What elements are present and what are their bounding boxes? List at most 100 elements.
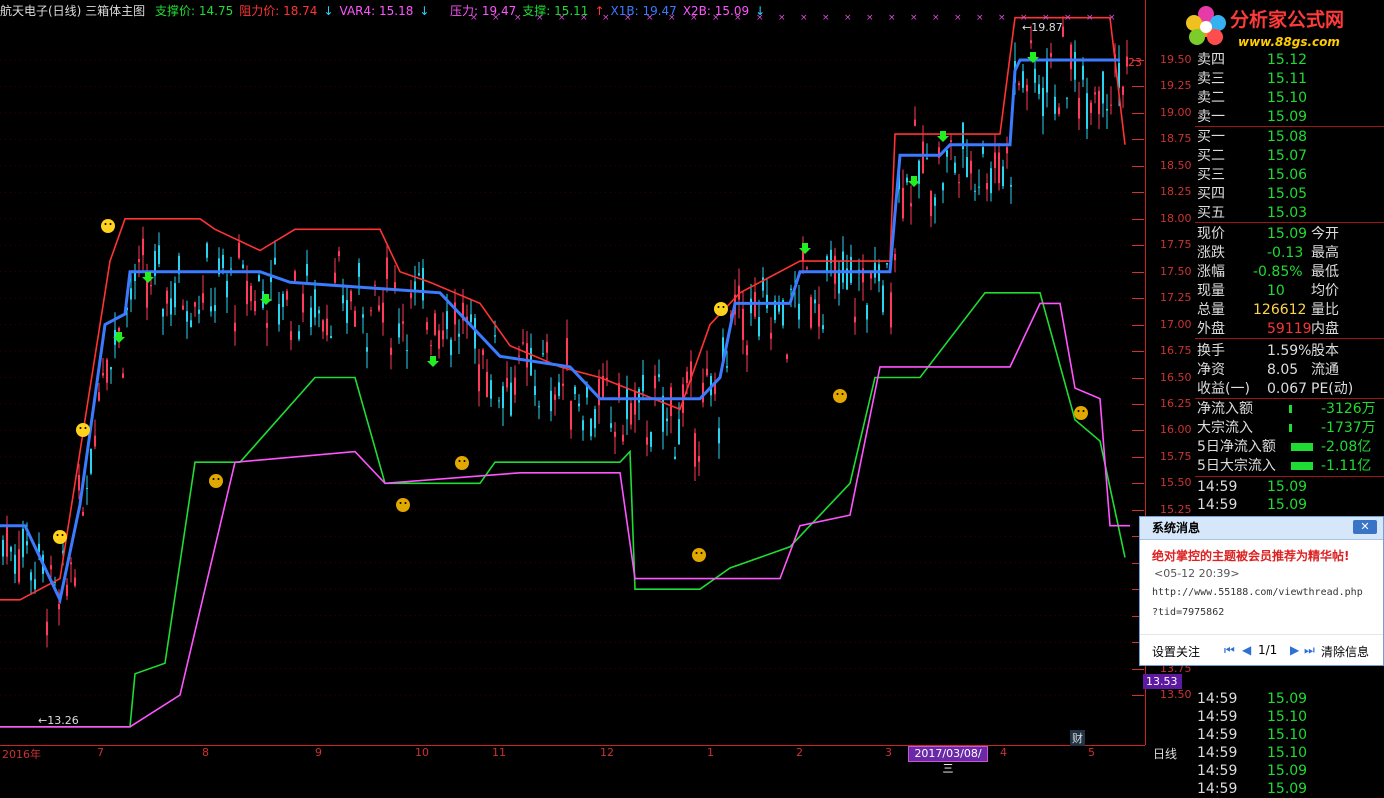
candle-body <box>978 186 980 188</box>
candle-body <box>882 285 884 313</box>
candle-body <box>426 321 428 330</box>
candle-body <box>274 257 276 265</box>
first-page-icon[interactable]: ⏮ <box>1224 643 1235 658</box>
candle-body <box>70 562 72 565</box>
candle-body <box>1122 86 1124 95</box>
candle-body <box>686 371 688 383</box>
system-message-popup[interactable]: 系统消息 ✕ 绝对掌控的主题被会员推荐为精华帖! <05-12 20:39> h… <box>1139 516 1384 666</box>
candle-body <box>158 245 160 265</box>
candle-body <box>354 310 356 327</box>
finance-row: 换手 1.59% 股本 <box>1197 343 1339 359</box>
x-marker-icon: × <box>558 13 566 23</box>
divider <box>1195 476 1384 477</box>
x-marker-icon: × <box>976 13 984 23</box>
candle-body <box>506 378 508 388</box>
tick-row: 14:59 15.09 <box>1197 691 1308 707</box>
ask-row: 卖三 15.11 <box>1197 71 1308 87</box>
candle-body <box>842 251 844 283</box>
candle-body <box>542 353 544 355</box>
popup-url-tid[interactable]: ?tid=7975862 <box>1152 607 1224 618</box>
candle-body <box>46 621 48 636</box>
x-tick-label: 8 <box>202 746 209 759</box>
candle-body <box>498 400 500 402</box>
popup-headline[interactable]: 绝对掌控的主题被会员推荐为精华帖! <box>1152 547 1349 564</box>
x-tick-label: 10 <box>415 746 429 759</box>
clear-messages-button[interactable]: 清除信息 <box>1321 643 1369 660</box>
candle-body <box>1074 51 1076 80</box>
y-tick-mark <box>1132 112 1144 114</box>
smiley-icon <box>101 219 115 233</box>
candle-body <box>130 288 132 300</box>
candle-body <box>398 323 400 338</box>
candle-body <box>1106 108 1108 111</box>
finance-icon[interactable]: 财 <box>1070 730 1085 746</box>
flow-row: 5日净流入额 -2.08亿 <box>1197 439 1372 455</box>
candle-body <box>998 152 1000 184</box>
flow-row: 5日大宗流入 -1.11亿 <box>1197 458 1372 474</box>
period-label[interactable]: 日线 <box>1153 745 1177 762</box>
candle-body <box>214 305 216 312</box>
y-tick-label: 19.00 <box>1160 105 1192 119</box>
candle-body <box>982 146 984 154</box>
candle-body <box>1054 96 1056 114</box>
candle-body <box>930 190 932 217</box>
next-page-icon[interactable]: ▶ <box>1290 643 1299 657</box>
smiley-icon <box>396 498 410 512</box>
candle-body <box>1078 97 1080 119</box>
follow-setting-button[interactable]: 设置关注 <box>1152 643 1200 660</box>
candle-body <box>454 302 456 325</box>
candle-body <box>14 554 16 574</box>
popup-time: <05-12 20:39> <box>1154 567 1240 580</box>
smiley-eye-icon <box>1082 410 1085 412</box>
bid-row: 买一 15.08 <box>1197 129 1308 145</box>
candle-body <box>942 183 944 191</box>
candle-body <box>302 293 304 313</box>
candle-body <box>822 325 824 330</box>
smiley-eye-icon <box>695 552 698 554</box>
candle-body <box>514 377 516 395</box>
price-chart[interactable]: ←19.87←13.2623× × × × × × × × × × × × × × × × × × × × × × × × × ×… <box>0 0 1145 745</box>
candle-body <box>382 302 384 323</box>
candle-body <box>806 267 808 269</box>
tick-row: 14:59 15.10 <box>1197 727 1308 743</box>
last-page-icon[interactable]: ⏭ <box>1304 643 1315 658</box>
candle-body <box>986 182 988 190</box>
candle-body <box>386 257 388 279</box>
x-marker-icon: × <box>910 13 918 23</box>
candle-body <box>854 316 856 323</box>
candle-body <box>26 541 28 546</box>
close-button[interactable]: ✕ <box>1353 520 1377 534</box>
y-tick-mark <box>1132 218 1144 220</box>
candle-body <box>894 253 896 261</box>
candle-body <box>106 359 108 383</box>
candle-body <box>458 333 460 337</box>
candle-body <box>746 345 748 356</box>
smiley-eye-icon <box>717 306 720 308</box>
candle-body <box>826 256 828 273</box>
x-marker-icon: × <box>1108 13 1116 23</box>
series-line-支撑价 <box>0 292 1126 728</box>
divider <box>1195 126 1384 127</box>
candle-body <box>10 547 12 552</box>
candle-body <box>574 386 576 394</box>
candle-body <box>370 310 372 312</box>
candle-body <box>890 292 892 328</box>
y-tick-mark <box>1132 483 1144 485</box>
y-tick-label: 18.50 <box>1160 158 1192 172</box>
y-tick-mark <box>1132 351 1144 353</box>
candle-body <box>814 299 816 304</box>
logo-brand: 分析家公式网 <box>1230 8 1344 31</box>
y-tick-label: 17.75 <box>1160 238 1192 252</box>
x-marker-icon: × <box>932 13 940 23</box>
x-marker-icon: × <box>492 13 500 23</box>
smiley-icon <box>53 530 67 544</box>
y-tick-label: 15.75 <box>1160 449 1192 463</box>
candle-body <box>238 242 240 258</box>
candle-body <box>874 262 876 278</box>
candle-body <box>174 283 176 308</box>
x-marker-icon: × <box>580 13 588 23</box>
popup-url[interactable]: http://www.55188.com/viewthread.php <box>1152 587 1363 598</box>
smiley-eye-icon <box>84 427 87 429</box>
prev-page-icon[interactable]: ◀ <box>1242 643 1251 657</box>
candle-body <box>186 311 188 322</box>
